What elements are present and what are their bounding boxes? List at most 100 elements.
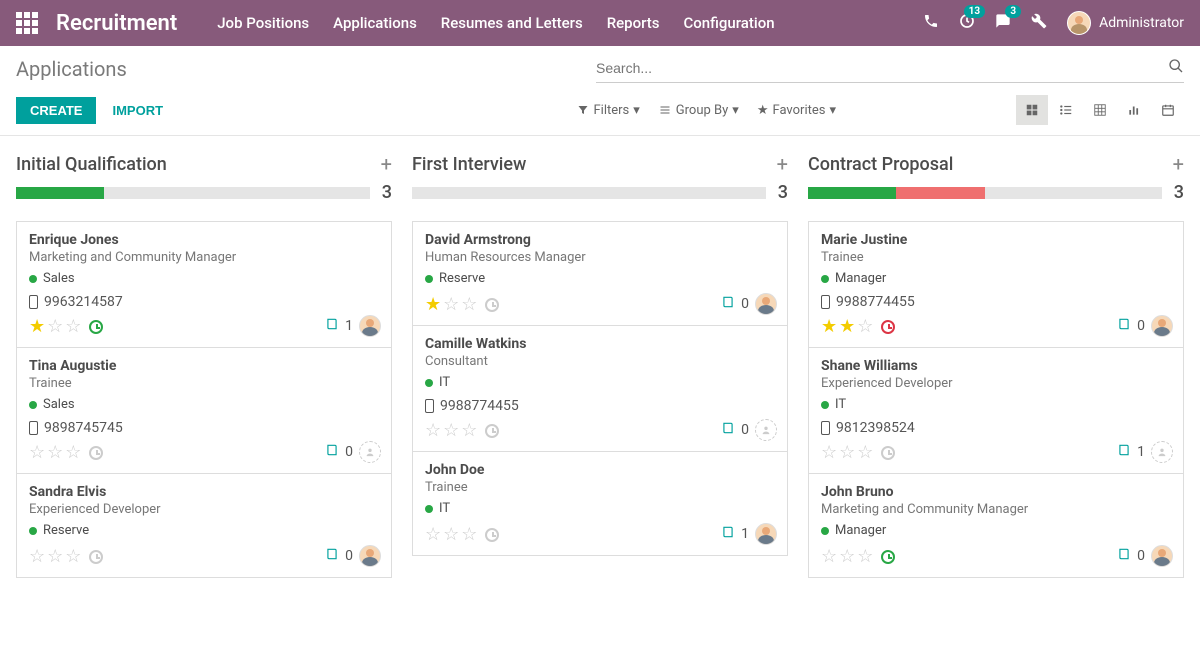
assignee-avatar[interactable] — [1151, 315, 1173, 337]
graph-view-button[interactable] — [1118, 95, 1150, 125]
activity-clock-icon[interactable] — [89, 550, 103, 564]
star-icon[interactable]: ☆ — [461, 420, 477, 441]
menu-job-positions[interactable]: Job Positions — [217, 14, 309, 32]
star-icon[interactable]: ☆ — [857, 316, 873, 337]
apps-menu-icon[interactable] — [16, 12, 38, 34]
star-icon[interactable]: ☆ — [65, 546, 81, 567]
column-title[interactable]: Contract Proposal — [808, 154, 953, 175]
assignee-placeholder[interactable] — [359, 441, 381, 463]
activity-clock-icon[interactable] — [485, 528, 499, 542]
progress-bar[interactable] — [808, 187, 1162, 199]
applicant-card[interactable]: John Bruno Marketing and Community Manag… — [809, 474, 1183, 577]
filter-group: Filters ▾ Group By ▾ ★ Favorites ▾ — [577, 103, 836, 118]
assignee-placeholder[interactable] — [1151, 441, 1173, 463]
column-title[interactable]: First Interview — [412, 154, 526, 175]
activity-clock-icon[interactable] — [485, 424, 499, 438]
activity-icon[interactable]: 13 — [959, 13, 975, 33]
filters-dropdown[interactable]: Filters ▾ — [577, 103, 639, 118]
star-icon[interactable]: ☆ — [821, 442, 837, 463]
quick-create-button[interactable]: + — [777, 152, 788, 176]
applicant-card[interactable]: Camille Watkins Consultant IT 9988774455… — [413, 326, 787, 452]
applicant-card[interactable]: Shane Williams Experienced Developer IT … — [809, 348, 1183, 474]
kanban-view-button[interactable] — [1016, 95, 1048, 125]
phone-number: 9812398524 — [836, 420, 915, 436]
star-icon[interactable]: ☆ — [839, 442, 855, 463]
star-icon[interactable]: ★ — [29, 316, 45, 337]
attachment-icon[interactable] — [721, 295, 735, 313]
activity-clock-icon[interactable] — [89, 446, 103, 460]
attachment-icon[interactable] — [1117, 317, 1131, 335]
applicant-card[interactable]: Marie Justine Trainee Manager 9988774455… — [809, 222, 1183, 348]
phone-icon[interactable] — [923, 13, 939, 33]
assignee-avatar[interactable] — [755, 523, 777, 545]
star-icon[interactable]: ☆ — [65, 316, 81, 337]
chat-icon[interactable]: 3 — [995, 13, 1011, 33]
star-icon[interactable]: ☆ — [461, 524, 477, 545]
star-icon[interactable]: ☆ — [47, 442, 63, 463]
attachment-icon[interactable] — [325, 443, 339, 461]
star-icon[interactable]: ☆ — [65, 442, 81, 463]
attachment-icon[interactable] — [1117, 547, 1131, 565]
attachment-icon[interactable] — [721, 525, 735, 543]
phone-number: 9963214587 — [44, 294, 123, 310]
progress-bar[interactable] — [412, 187, 766, 199]
assignee-avatar[interactable] — [1151, 545, 1173, 567]
create-button[interactable]: CREATE — [16, 97, 96, 124]
progress-bar[interactable] — [16, 187, 370, 199]
menu-reports[interactable]: Reports — [607, 14, 660, 32]
star-icon[interactable]: ☆ — [29, 546, 45, 567]
attachment-icon[interactable] — [325, 317, 339, 335]
star-icon[interactable]: ★ — [425, 294, 441, 315]
quick-create-button[interactable]: + — [1173, 152, 1184, 176]
star-icon[interactable]: ☆ — [461, 294, 477, 315]
tag-dot — [29, 401, 37, 409]
favorites-dropdown[interactable]: ★ Favorites ▾ — [757, 103, 836, 118]
star-icon[interactable]: ☆ — [47, 546, 63, 567]
applicant-card[interactable]: Sandra Elvis Experienced Developer Reser… — [17, 474, 391, 577]
menu-configuration[interactable]: Configuration — [684, 14, 775, 32]
applicant-card[interactable]: David Armstrong Human Resources Manager … — [413, 222, 787, 326]
activity-clock-icon[interactable] — [485, 298, 499, 312]
activity-clock-icon[interactable] — [881, 446, 895, 460]
activity-clock-icon[interactable] — [881, 550, 895, 564]
applicant-card[interactable]: Enrique Jones Marketing and Community Ma… — [17, 222, 391, 348]
star-icon[interactable]: ☆ — [857, 546, 873, 567]
star-icon[interactable]: ☆ — [443, 294, 459, 315]
assignee-avatar[interactable] — [755, 293, 777, 315]
star-icon[interactable]: ☆ — [443, 524, 459, 545]
menu-applications[interactable]: Applications — [333, 14, 417, 32]
applicant-card[interactable]: Tina Augustie Trainee Sales 9898745745 ☆… — [17, 348, 391, 474]
star-icon[interactable]: ☆ — [29, 442, 45, 463]
activity-clock-icon[interactable] — [89, 320, 103, 334]
applicant-card[interactable]: John Doe Trainee IT ☆☆☆ 1 — [413, 452, 787, 555]
assignee-avatar[interactable] — [359, 315, 381, 337]
star-icon[interactable]: ☆ — [425, 524, 441, 545]
groupby-dropdown[interactable]: Group By ▾ — [658, 103, 739, 118]
star-icon[interactable]: ☆ — [425, 420, 441, 441]
attachment-icon[interactable] — [325, 547, 339, 565]
assignee-placeholder[interactable] — [755, 419, 777, 441]
quick-create-button[interactable]: + — [381, 152, 392, 176]
search-input[interactable] — [596, 60, 1168, 76]
star-icon[interactable]: ☆ — [821, 546, 837, 567]
attachment-icon[interactable] — [1117, 443, 1131, 461]
user-menu[interactable]: Administrator — [1067, 11, 1184, 35]
star-icon[interactable]: ★ — [839, 316, 855, 337]
assignee-avatar[interactable] — [359, 545, 381, 567]
menu-resumes-letters[interactable]: Resumes and Letters — [441, 14, 583, 32]
star-icon[interactable]: ★ — [821, 316, 837, 337]
star-icon[interactable]: ☆ — [443, 420, 459, 441]
star-icon[interactable]: ☆ — [839, 546, 855, 567]
applicant-name: Tina Augustie — [29, 358, 379, 374]
column-title[interactable]: Initial Qualification — [16, 154, 167, 175]
attachment-icon[interactable] — [721, 421, 735, 439]
import-button[interactable]: IMPORT — [112, 103, 163, 118]
debug-icon[interactable] — [1031, 13, 1047, 33]
activity-clock-icon[interactable] — [881, 320, 895, 334]
pivot-view-button[interactable] — [1084, 95, 1116, 125]
search-icon[interactable] — [1168, 58, 1184, 78]
star-icon[interactable]: ☆ — [47, 316, 63, 337]
calendar-view-button[interactable] — [1152, 95, 1184, 125]
list-view-button[interactable] — [1050, 95, 1082, 125]
star-icon[interactable]: ☆ — [857, 442, 873, 463]
